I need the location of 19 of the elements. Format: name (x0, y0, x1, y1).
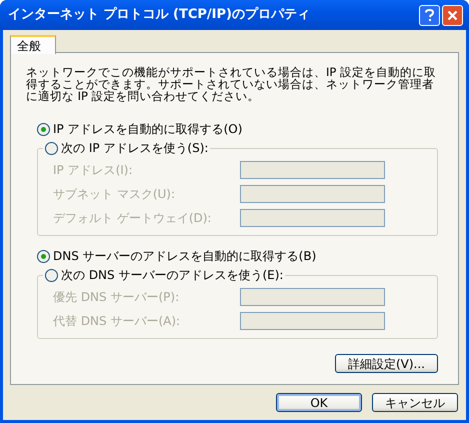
dialog-button[interactable]: キャンセル (372, 393, 458, 412)
field-label: IP アドレス(I): (53, 162, 133, 179)
radio-button[interactable]: DNS サーバーのアドレスを自動的に取得する(B) (37, 247, 458, 265)
dialog-button[interactable]: OK (276, 393, 362, 412)
radio-button[interactable]: 次の DNS サーバーのアドレスを使う(E): (45, 266, 284, 284)
tab[interactable]: 全般 (10, 35, 56, 54)
advanced-settings-button[interactable]: 詳細設定(V)... (335, 354, 438, 373)
field-label: サブネット マスク(U): (53, 186, 176, 203)
close-button[interactable] (442, 4, 463, 26)
field-label: 代替 DNS サーバー(A): (53, 313, 180, 330)
question-mark-icon (425, 8, 434, 22)
description-text: ネットワークでこの機能がサポートされている場合は、IP 設定を自動的に取得することができます。サポートされていない場合は、ネットワーク管理者に適切な IP 設定を問い合わせてください。 (25, 66, 437, 102)
window-title: インターネット プロトコル (TCP/IP)のプロパティ (8, 6, 311, 24)
field-label: 優先 DNS サーバー(P): (53, 289, 180, 306)
field-label: デフォルト ゲートウェイ(D): (53, 210, 212, 227)
radio-button[interactable]: 次の IP アドレスを使う(S): (45, 139, 208, 157)
close-icon (447, 10, 458, 20)
help-button[interactable] (419, 4, 440, 26)
radio-button[interactable]: IP アドレスを自動的に取得する(O) (37, 120, 458, 138)
